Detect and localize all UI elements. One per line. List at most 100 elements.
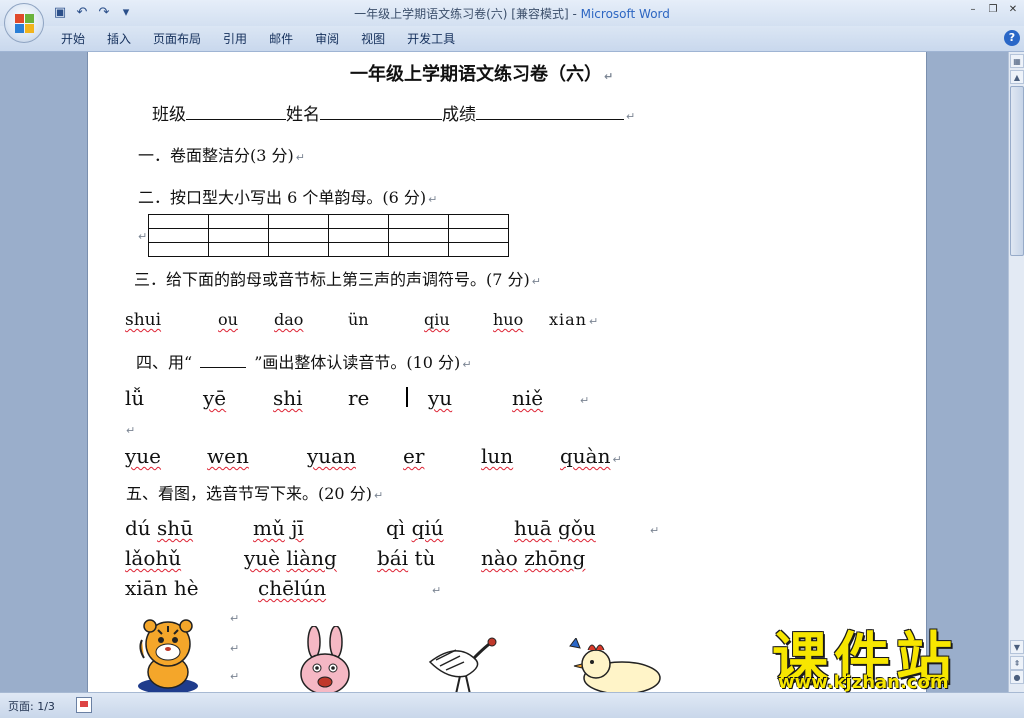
question-3-text: 三．给下面的韵母或音节标上第三声的声调符号。(7 分) <box>134 270 530 289</box>
q5-item-text: tù <box>414 546 436 570</box>
q5-item-text: qiú <box>411 516 444 540</box>
q4-item-text: shi <box>273 386 303 410</box>
watermark-logo: 课件站 www.kjzhan.com <box>772 614 1008 693</box>
q5-item-text: yuè <box>244 546 281 570</box>
proofing-icon[interactable] <box>76 697 92 713</box>
page-indicator[interactable]: 页面: 1/3 <box>8 698 55 714</box>
q4-item: yuan <box>307 444 356 468</box>
q3-item-text: qiu <box>424 310 450 329</box>
q4-item-text: re <box>348 386 370 410</box>
restore-icon[interactable]: ❐ <box>986 3 1000 17</box>
rooster-illustration <box>569 638 661 692</box>
q5-item: huā gǒu <box>514 516 596 540</box>
tab-references[interactable]: 引用 <box>214 30 256 48</box>
question-5: 五、看图，选音节写下来。(20 分) ↵ <box>126 480 383 504</box>
rabbit-illustration <box>300 626 350 692</box>
help-icon[interactable]: ? <box>1004 30 1020 46</box>
name-blank[interactable] <box>320 106 442 120</box>
q5-item-text: hè <box>173 576 199 600</box>
question-3: 三．给下面的韵母或音节标上第三声的声调符号。(7 分) ↵ <box>134 266 541 290</box>
document-title: 一年级上学期语文练习卷（六） ↵ <box>350 60 613 86</box>
paragraph-mark-icon: ↵ <box>373 489 384 502</box>
name-label: 姓名 <box>286 105 320 125</box>
class-blank[interactable] <box>186 106 286 120</box>
q4-item: yu <box>428 386 452 410</box>
question-1-text: 一．卷面整洁分(3 分) <box>138 146 294 165</box>
paragraph-mark-icon: ↵ <box>531 275 541 288</box>
q5-item: qì qiú <box>386 516 444 540</box>
q4-item-text: er <box>403 444 425 468</box>
q4-item-text: lǚ <box>125 386 145 410</box>
browse-object-icon[interactable]: ● <box>1010 670 1024 684</box>
q4-item: yue <box>125 444 161 468</box>
writing-grid[interactable] <box>148 214 509 257</box>
q4-item-text: yu <box>428 386 453 410</box>
q3-item: ün <box>348 310 369 329</box>
q5-item-text: mǔ <box>253 516 285 540</box>
scrollbar-thumb[interactable] <box>1010 86 1024 256</box>
q4-item: wen <box>207 444 249 468</box>
q3-item: huo <box>493 310 523 329</box>
office-button[interactable] <box>4 3 44 43</box>
q5-item: nào zhōng <box>481 546 585 570</box>
previous-page-icon[interactable]: ⇞ <box>1010 656 1024 670</box>
window-controls: – ❐ ✕ <box>966 3 1020 17</box>
vertical-scrollbar[interactable]: ▦ ▲ ▼ ⇞ ● <box>1008 52 1024 692</box>
paragraph-mark-icon: ↵ <box>230 670 240 683</box>
q4-item-text: yue <box>125 444 162 468</box>
scroll-down-icon[interactable]: ▼ <box>1010 640 1024 654</box>
question-2: 二．按口型大小写出 6 个单韵母。(6 分) ↵ <box>138 184 437 208</box>
q4-item: niě <box>512 386 543 410</box>
tab-review[interactable]: 审阅 <box>306 30 348 48</box>
paragraph-mark-icon: ↵ <box>626 110 636 123</box>
tab-insert[interactable]: 插入 <box>98 30 140 48</box>
q3-item: xian ↵ <box>549 310 599 329</box>
minimize-icon[interactable]: – <box>966 3 980 17</box>
question-4: 四、用“ ”画出整体认读音节。(10 分) ↵ <box>136 349 472 373</box>
question-2-text: 二．按口型大小写出 6 个单韵母。(6 分) <box>138 188 427 207</box>
q5-item-text: lǎohǔ <box>125 546 182 570</box>
tab-home[interactable]: 开始 <box>52 30 94 48</box>
q5-item-text: dú <box>125 516 151 540</box>
q3-item: dao <box>274 310 303 329</box>
title-bar: ▣ ↶ ↷ ▾ 一年级上学期语文练习卷(六) [兼容模式] - Microsof… <box>0 0 1024 26</box>
ribbon: 开始 插入 页面布局 引用 邮件 审阅 视图 开发工具 ? <box>0 26 1024 52</box>
tab-developer[interactable]: 开发工具 <box>398 30 464 48</box>
q5-item-text: qì <box>386 516 406 540</box>
tab-mailings[interactable]: 邮件 <box>260 30 302 48</box>
score-blank[interactable] <box>476 106 624 120</box>
crane-illustration <box>428 637 497 692</box>
scroll-up-icon[interactable]: ▲ <box>1010 70 1024 84</box>
q4-item-text: yuan <box>307 444 356 468</box>
app-name: Microsoft Word <box>580 7 670 21</box>
watermark-url: www.kjzhan.com <box>778 672 949 693</box>
tab-page-layout[interactable]: 页面布局 <box>144 30 210 48</box>
q4-item: er <box>403 444 424 468</box>
paragraph-mark-icon: ↵ <box>604 70 614 83</box>
q5-item: dú shū <box>125 516 193 540</box>
tab-view[interactable]: 视图 <box>352 30 394 48</box>
document-title-text: 一年级上学期语文练习卷（六） <box>350 64 602 85</box>
paragraph-mark-icon: ↵ <box>612 453 622 466</box>
paragraph-mark-icon: ↵ <box>650 524 660 537</box>
text-cursor <box>406 387 408 407</box>
close-icon[interactable]: ✕ <box>1006 3 1020 17</box>
q3-item-text: shui <box>125 310 162 330</box>
q3-item: shui <box>125 310 161 330</box>
paragraph-mark-icon: ↵ <box>432 584 442 597</box>
ruler-toggle-icon[interactable]: ▦ <box>1010 54 1024 68</box>
q4-item-text: quàn <box>560 444 611 468</box>
document-page[interactable]: 一年级上学期语文练习卷（六） ↵ 班级 姓名 成绩 ↵ 一．卷面整洁分(3 分) ↵ 二．… <box>88 52 926 692</box>
q3-item-text: ün <box>348 310 369 329</box>
q4-item-text: lun <box>481 444 514 468</box>
q4-item: lun <box>481 444 513 468</box>
question-5-text: 五、看图，选音节写下来。(20 分) <box>126 484 372 503</box>
q3-item-text: dao <box>274 310 304 329</box>
office-logo-icon <box>15 14 35 34</box>
class-label: 班级 <box>152 105 186 125</box>
underline-sample <box>200 354 247 368</box>
q3-item-text: huo <box>493 310 524 329</box>
q4-item-text: niě <box>512 386 544 410</box>
q3-item-text: ou <box>218 310 238 329</box>
q3-item: qiu <box>424 310 450 329</box>
